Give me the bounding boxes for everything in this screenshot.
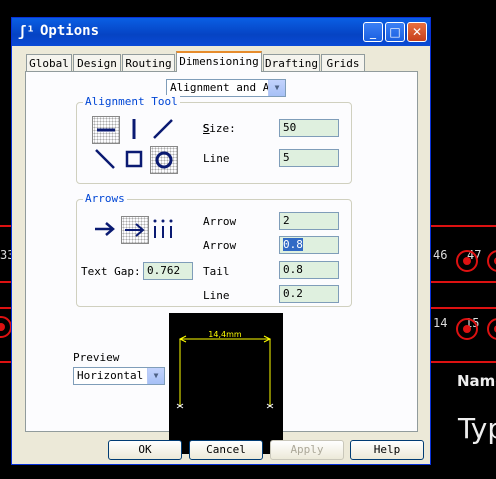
minimize-button[interactable]: _ — [363, 22, 383, 42]
arrow-tail-icon — [95, 222, 115, 236]
align-square-button[interactable] — [121, 146, 149, 174]
trace-line — [0, 361, 11, 363]
arrow-length-label: Arrow — [203, 215, 237, 228]
align-horizontal-button[interactable] — [92, 116, 120, 144]
arrow-style-bars-button[interactable] — [150, 216, 178, 244]
arrow-line-field[interactable]: 0.2 — [279, 285, 339, 303]
trace-line — [0, 281, 11, 283]
line-width-field[interactable]: 5 — [279, 149, 339, 167]
diagonal-line-icon — [153, 119, 173, 139]
vertical-line-icon — [132, 119, 136, 139]
arrows-legend: Arrows — [83, 192, 127, 205]
tail-field[interactable]: 0.8 — [279, 261, 339, 279]
line-width-value: 5 — [283, 151, 290, 164]
tail-value: 0.8 — [283, 263, 303, 276]
arrow-style-open-button[interactable] — [121, 216, 149, 244]
size-label: SSize: — [202, 122, 236, 135]
trace-line — [0, 307, 11, 309]
chevron-down-icon[interactable]: ▼ — [268, 80, 285, 96]
dimension-text: 14,4mm — [208, 330, 242, 339]
arrow-line-label: Line — [203, 289, 230, 302]
alignment-tool-legend: Alignment Tool — [83, 95, 180, 108]
tab-grids[interactable]: Grids — [321, 54, 365, 71]
tab-global[interactable]: Global — [26, 54, 72, 71]
maximize-button[interactable]: □ — [385, 22, 405, 42]
size-field[interactable]: 50 — [279, 119, 339, 137]
text-gap-label: Text Gap: — [81, 265, 141, 278]
tab-drafting[interactable]: Drafting — [263, 54, 320, 71]
preview-orientation-value: Horizontal — [77, 369, 144, 382]
trace-line — [431, 225, 496, 227]
mode-select-value: Alignment and Ar — [170, 81, 276, 94]
arrow-line-value: 0.2 — [283, 287, 303, 300]
close-icon: ✕ — [411, 25, 423, 39]
arrow-width-field[interactable]: 0.8 — [279, 236, 339, 254]
arrow-width-value: 0.8 — [283, 238, 303, 251]
align-diagonal-down-button[interactable] — [92, 146, 120, 174]
minimize-icon: _ — [370, 25, 376, 39]
help-button[interactable]: Help — [350, 440, 424, 460]
ok-button[interactable]: OK — [108, 440, 182, 460]
trace-line — [431, 281, 496, 283]
horizontal-line-icon — [97, 128, 115, 132]
pad — [487, 318, 496, 340]
tab-routing[interactable]: Routing — [122, 54, 175, 71]
close-button[interactable]: ✕ — [407, 22, 427, 42]
arrow-width-label: Arrow — [203, 239, 237, 252]
options-dialog: ʃ¹ Options _ □ ✕ Global Design Routing D… — [11, 17, 431, 465]
trace-line — [431, 307, 496, 309]
circle-icon — [155, 151, 173, 169]
arrow-length-value: 2 — [283, 214, 290, 227]
pad-label: 14 — [433, 316, 448, 330]
arrow-bars-icon — [153, 219, 173, 238]
size-label-text: Size: — [202, 122, 236, 135]
tab-dimensioning[interactable]: Dimensioning — [176, 51, 262, 72]
preview-orientation-select[interactable]: Horizontal ▼ — [73, 367, 165, 385]
cancel-button[interactable]: Cancel — [189, 440, 263, 460]
chevron-down-icon[interactable]: ▼ — [147, 368, 164, 384]
trace-line — [431, 361, 496, 363]
pad-label: 46 — [433, 248, 448, 262]
square-icon — [125, 150, 143, 168]
align-diagonal-up-button[interactable] — [150, 116, 178, 144]
pad — [456, 318, 478, 340]
text-gap-value: 0.762 — [147, 264, 181, 277]
window-title: Options — [40, 23, 100, 39]
line-label: Line — [203, 152, 230, 165]
bg-type-text: Typ — [458, 412, 496, 445]
dimension-preview-drawing: 14,4mm — [176, 330, 274, 409]
title-bar[interactable]: ʃ¹ Options _ □ ✕ — [12, 18, 430, 46]
arrow-style-tail-button[interactable] — [92, 216, 120, 244]
align-circle-button[interactable] — [150, 146, 178, 174]
bg-name-text: Name — [457, 372, 496, 390]
dimension-preview: 14,4mm — [169, 313, 283, 454]
maximize-icon: □ — [389, 25, 401, 39]
diagonal-down-icon — [95, 149, 115, 169]
size-value: 50 — [283, 121, 297, 134]
pad — [487, 250, 496, 272]
tab-design[interactable]: Design — [73, 54, 121, 71]
pad — [456, 250, 478, 272]
app-logo-icon: ʃ¹ — [18, 24, 35, 40]
align-vertical-button[interactable] — [121, 116, 149, 144]
text-gap-field[interactable]: 0.762 — [143, 262, 193, 280]
mode-select[interactable]: Alignment and Ar ▼ — [166, 79, 286, 97]
trace-line — [0, 225, 11, 227]
arrow-open-icon — [125, 223, 145, 237]
arrow-length-field[interactable]: 2 — [279, 212, 339, 230]
apply-button: Apply — [270, 440, 344, 460]
preview-label: Preview — [73, 351, 120, 364]
tail-label: Tail — [203, 265, 230, 278]
